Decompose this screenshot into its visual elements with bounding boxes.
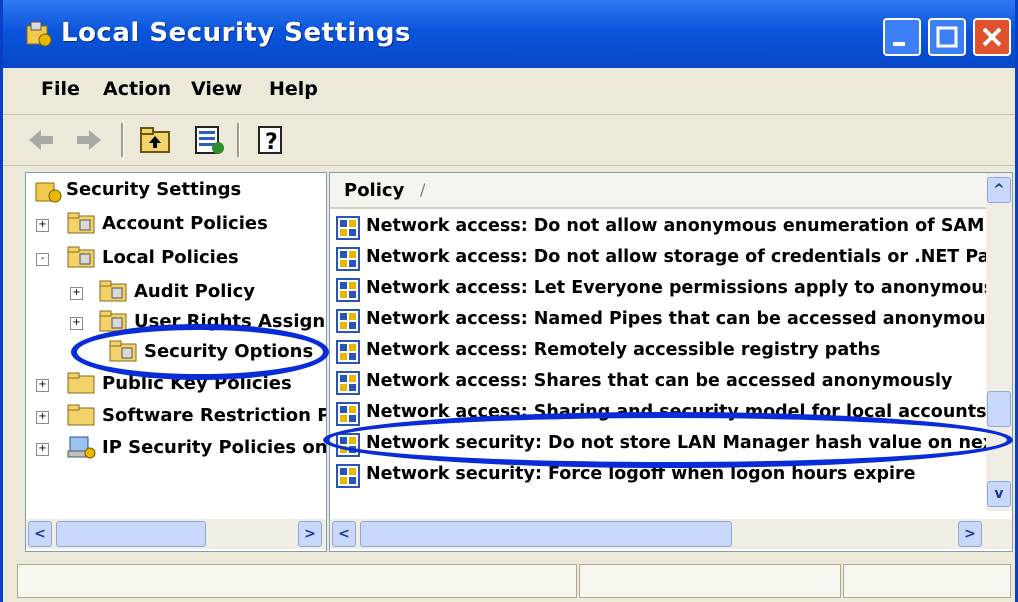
- policy-row[interactable]: Network access: Do not allow storage of …: [330, 244, 1000, 274]
- tree-horizontal-scrollbar[interactable]: < >: [26, 519, 326, 549]
- menu-action[interactable]: Action: [103, 78, 171, 100]
- scroll-right-button[interactable]: >: [958, 521, 982, 547]
- expand-toggle[interactable]: +: [36, 219, 49, 232]
- tree-item-software-restriction-policies[interactable]: Software Restriction P: [102, 405, 326, 426]
- policy-setting-icon: [336, 433, 360, 457]
- status-segment: [843, 564, 1011, 598]
- policy-name: Network security: Force logoff when logo…: [366, 464, 916, 484]
- scroll-down-button[interactable]: v: [987, 481, 1011, 507]
- window-title: Local Security Settings: [61, 18, 412, 48]
- policy-name: Network access: Do not allow storage of …: [366, 247, 1000, 267]
- maximize-icon: [936, 26, 958, 48]
- toolbar-separator: [121, 123, 124, 157]
- security-settings-icon: [35, 182, 62, 203]
- policy-setting-icon: [336, 340, 360, 364]
- policy-setting-icon: [336, 278, 360, 302]
- app-window: Local Security Settings File Action View…: [0, 0, 1018, 602]
- policy-setting-icon: [336, 309, 360, 333]
- scroll-left-button[interactable]: <: [28, 521, 52, 547]
- policy-setting-icon: [336, 371, 360, 395]
- status-segment: [579, 564, 841, 598]
- tree-item-account-policies[interactable]: Account Policies: [102, 213, 268, 234]
- menu-help[interactable]: Help: [269, 78, 318, 100]
- expand-toggle[interactable]: +: [70, 287, 83, 300]
- status-segment: [17, 564, 577, 598]
- scroll-right-button[interactable]: >: [298, 521, 322, 547]
- policy-name: Network access: Shares that can be acces…: [366, 371, 953, 391]
- expand-toggle[interactable]: +: [36, 379, 49, 392]
- expand-toggle[interactable]: +: [36, 443, 49, 456]
- policy-setting-icon: [336, 216, 360, 240]
- expand-toggle[interactable]: +: [36, 411, 49, 424]
- maximize-button[interactable]: [928, 18, 966, 56]
- folder-icon: [109, 340, 137, 362]
- tree-item-ip-security-policies[interactable]: IP Security Policies on: [102, 437, 326, 458]
- scroll-thumb[interactable]: [987, 391, 1011, 427]
- policy-row[interactable]: Network access: Do not allow anonymous e…: [330, 213, 1002, 243]
- close-button[interactable]: [973, 18, 1011, 56]
- policy-setting-icon: [336, 247, 360, 271]
- tree-item-local-policies[interactable]: Local Policies: [102, 247, 239, 268]
- policy-row[interactable]: Network access: Shares that can be acces…: [330, 368, 980, 398]
- list-horizontal-scrollbar[interactable]: < >: [330, 519, 1012, 549]
- tree-item-user-rights-assignment[interactable]: User Rights Assign: [134, 311, 325, 332]
- policy-name: Network access: Do not allow anonymous e…: [366, 216, 1003, 236]
- list-vertical-scrollbar[interactable]: ^ v: [986, 173, 1012, 511]
- scroll-up-button[interactable]: ^: [987, 177, 1011, 203]
- policy-setting-icon: [336, 464, 360, 488]
- console-tree[interactable]: Security Settings + Account Policies - L…: [25, 172, 327, 552]
- policy-row[interactable]: Network access: Remotely accessible regi…: [330, 337, 980, 367]
- tree-item-audit-policy[interactable]: Audit Policy: [134, 281, 255, 302]
- policy-row[interactable]: Network access: Sharing and security mod…: [330, 399, 987, 429]
- scroll-thumb[interactable]: [56, 521, 206, 547]
- policy-name: Network access: Let Everyone permissions…: [366, 278, 995, 298]
- toolbar-separator: [237, 123, 240, 157]
- policy-setting-icon: [336, 402, 360, 426]
- policy-row[interactable]: Network security: Do not store LAN Manag…: [330, 430, 994, 460]
- folder-icon: [67, 372, 95, 394]
- network-policy-icon: [67, 436, 96, 459]
- forward-arrow-icon[interactable]: [71, 123, 107, 157]
- policy-row[interactable]: Network access: Let Everyone permissions…: [330, 275, 994, 305]
- security-settings-icon: [26, 21, 52, 47]
- column-header-policy[interactable]: Policy /: [330, 173, 986, 209]
- policy-name: Network access: Remotely accessible regi…: [366, 340, 881, 360]
- folder-icon: [67, 212, 95, 234]
- policy-name: Network security: Do not store LAN Manag…: [366, 433, 995, 453]
- help-icon[interactable]: ?: [253, 123, 289, 157]
- close-icon: [982, 27, 1002, 47]
- status-bar: [3, 560, 1015, 602]
- menu-view[interactable]: View: [191, 78, 242, 100]
- export-list-icon[interactable]: [191, 123, 227, 157]
- policy-row[interactable]: Network security: Force logoff when logo…: [330, 461, 980, 491]
- minimize-icon: [893, 42, 905, 46]
- folder-icon: [67, 404, 95, 426]
- tree-item-public-key-policies[interactable]: Public Key Policies: [102, 373, 292, 394]
- toolbar: ?: [3, 115, 1015, 166]
- policy-name: Network access: Sharing and security mod…: [366, 402, 987, 422]
- folder-icon: [99, 310, 127, 332]
- back-arrow-icon[interactable]: [23, 123, 59, 157]
- folder-icon: [99, 280, 127, 302]
- menu-file[interactable]: File: [41, 78, 80, 100]
- up-folder-icon[interactable]: [137, 123, 173, 157]
- scroll-left-button[interactable]: <: [332, 521, 356, 547]
- policy-name: Network access: Named Pipes that can be …: [366, 309, 997, 329]
- tree-item-security-options[interactable]: Security Options: [144, 341, 313, 362]
- tree-root[interactable]: Security Settings: [66, 179, 241, 200]
- scroll-thumb[interactable]: [360, 521, 732, 547]
- column-header-label: Policy: [344, 180, 405, 201]
- minimize-button[interactable]: [883, 18, 921, 56]
- details-pane[interactable]: Policy / Network access: Do not allow an…: [329, 172, 1013, 552]
- folder-icon: [67, 246, 95, 268]
- collapse-toggle[interactable]: -: [36, 253, 49, 266]
- sort-indicator: /: [420, 180, 426, 199]
- title-bar[interactable]: Local Security Settings: [3, 0, 1015, 68]
- expand-toggle[interactable]: +: [70, 317, 83, 330]
- menu-bar: File Action View Help: [3, 68, 1015, 115]
- svg-text:?: ?: [265, 130, 278, 155]
- policy-row[interactable]: Network access: Named Pipes that can be …: [330, 306, 996, 336]
